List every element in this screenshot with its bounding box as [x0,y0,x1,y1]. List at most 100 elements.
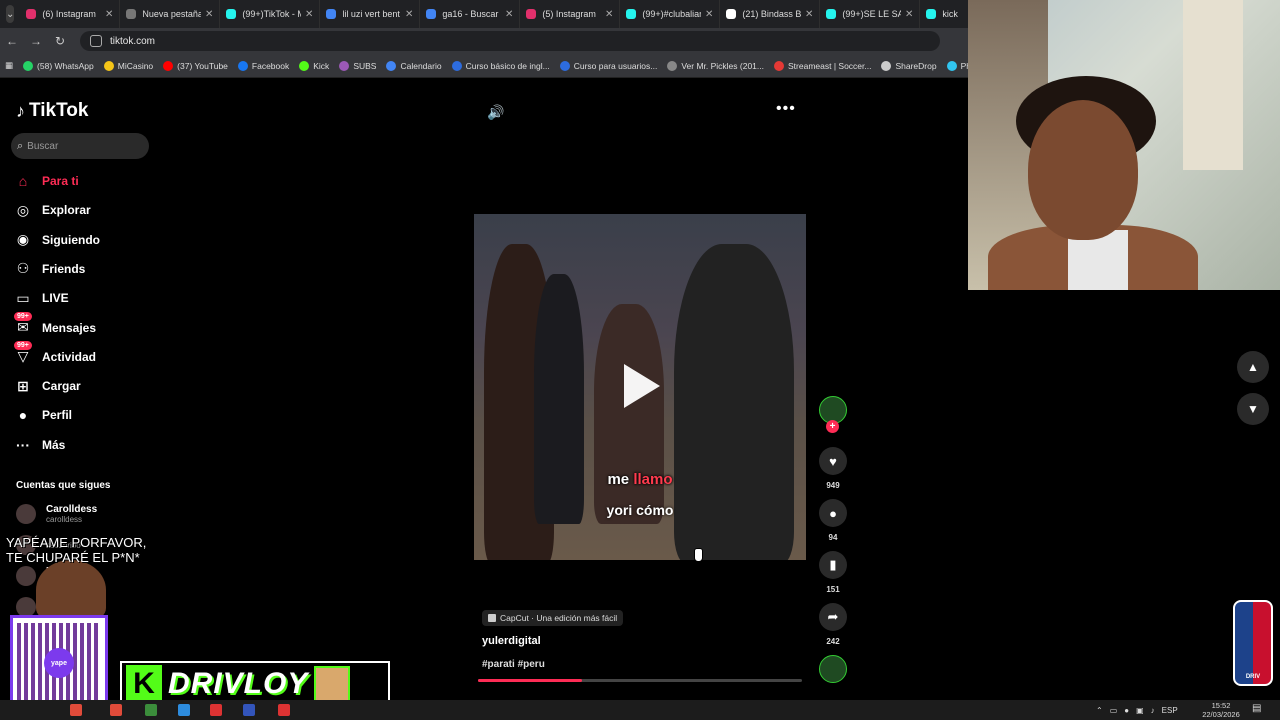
nav-item-mensajes[interactable]: ✉ 99+ Mensajes [14,311,96,337]
nav-item-live[interactable]: ▭ LIVE [14,289,68,307]
like-icon[interactable]: ♥ [819,447,847,475]
tab-close-icon[interactable]: ✕ [505,9,513,20]
bookmark-item[interactable]: Kick [294,60,334,71]
tab-close-icon[interactable]: ✕ [805,9,813,20]
capcut-icon [488,614,496,622]
previous-video-chevron-up-icon[interactable]: ▲ [1237,351,1269,383]
browser-tab[interactable]: (21) Bindass Bhai ✕ [720,0,821,28]
taskbar-app-icon[interactable] [70,704,82,716]
share-icon[interactable]: ➦ [819,603,847,631]
nav-item-más[interactable]: ··· Más [14,436,65,454]
bookmark-item[interactable]: Curso básico de ingl... [447,60,555,71]
tab-close-icon[interactable]: ✕ [605,9,613,20]
tray-chevron-icon[interactable]: ⌃ [1096,706,1103,715]
video-player[interactable]: me llamo yori cómo [474,214,806,560]
bookmark-label: SUBS [353,60,377,71]
nav-item-cargar[interactable]: ⊞ Cargar [14,377,81,395]
tab-close-icon[interactable]: ✕ [705,9,713,20]
webcam-background [1183,0,1243,170]
tab-close-icon[interactable]: ✕ [305,9,313,20]
nav-badge: 99+ [14,340,32,350]
nav-item-perfil[interactable]: ● Perfil [14,406,72,424]
taskbar-app-icon[interactable] [210,704,222,716]
tab-close-icon[interactable]: ✕ [905,9,913,20]
browser-tab[interactable]: (5) Instagram ✕ [520,0,621,28]
bookmark-item[interactable]: (37) YouTube [158,60,233,71]
browser-tab[interactable]: ga16 - Buscar con Google ✕ [420,0,521,28]
bookmark-item[interactable]: ShareDrop [876,60,941,71]
nav-item-explorar[interactable]: ◎ Explorar [14,201,91,219]
notification-icon[interactable]: ▤ [1252,703,1261,714]
nav-item-actividad[interactable]: ▽ 99+ Actividad [14,340,96,366]
volume-icon[interactable]: 🔊 [487,104,504,121]
bookmark-item[interactable]: (58) WhatsApp [18,60,99,71]
browser-tab[interactable]: kick✕ [920,0,968,28]
bookmark-label: Curso para usuarios... [573,60,658,71]
bookmark-favicon-icon [339,60,350,71]
tray-display-icon[interactable]: ▣ [1136,706,1144,715]
tray-volume-icon[interactable]: ♪ [1151,706,1155,715]
video-username[interactable]: yulerdigital [482,635,541,647]
stream-overlay-figure [36,560,106,620]
browser-tab[interactable]: (99+)SE LE SALIÓ ✕ [820,0,921,28]
bookmark-favicon-icon [163,60,174,71]
forward-icon[interactable]: → [24,34,48,48]
save-count: 151 [826,585,840,594]
tray-mic-icon[interactable]: ● [1124,706,1129,715]
tab-favicon-icon [226,9,237,19]
browser-tab[interactable]: lil uzi vert bent ✕ [320,0,421,28]
taskbar-app-icon[interactable] [145,704,157,716]
site-info-icon[interactable] [90,35,102,47]
bookmark-favicon-icon [559,60,570,71]
bookmark-item[interactable]: Ver Mr. Pickles (201... [662,60,769,71]
tiktok-logo[interactable]: ♪ TikTok [16,100,88,122]
bookmark-item[interactable]: Photop [942,60,968,71]
search-input[interactable]: ⌕ Buscar [11,133,149,159]
more-options-icon[interactable]: ••• [776,100,796,118]
video-hashtags[interactable]: #parati #peru [482,659,545,670]
taskbar-app-icon[interactable] [243,704,255,716]
taskbar-app-icon[interactable] [178,704,190,716]
bookmark-item[interactable]: SUBS [334,60,381,71]
tray-network-icon[interactable]: ▭ [1110,706,1118,715]
tab-close-icon[interactable]: ✕ [205,9,213,20]
bookmark-item[interactable]: Streameast | Soccer... [769,60,876,71]
back-icon[interactable]: ← [0,34,24,48]
tab-search-button[interactable]: ⌄ [6,5,15,23]
bookmark-item[interactable]: MiCasino [99,60,158,71]
nav-item-friends[interactable]: ⚇ Friends [14,260,86,278]
video-progress-bar[interactable] [478,679,802,682]
taskbar-app-icon[interactable] [278,704,290,716]
url-field[interactable]: tiktok.com [80,31,940,51]
comment-icon[interactable]: ● [819,499,847,527]
nav-item-siguiendo[interactable]: ◉ Siguiendo [14,231,100,249]
next-video-chevron-down-icon[interactable]: ▼ [1237,393,1269,425]
tray-language[interactable]: ESP [1162,706,1178,715]
bookmark-item[interactable]: Facebook [233,60,294,71]
tab-close-icon[interactable]: ✕ [105,9,113,20]
browser-tab[interactable]: Nueva pestaña ✕ [120,0,221,28]
bookmark-icon[interactable]: ▮ [819,551,847,579]
taskbar-clock[interactable]: 15:52 22/03/2026 [1196,701,1246,719]
browser-tab[interactable]: (99+)TikTok - Make Your Day ✕ [220,0,321,28]
browser-tab-strip: ⌄ (6) Instagram ✕ Nueva pestaña ✕ (99+)TikTo… [0,0,968,28]
music-disc-icon[interactable] [819,655,847,683]
capcut-tag[interactable]: CapCut · Una edición más fácil [482,610,624,626]
tab-close-icon[interactable]: ✕ [405,9,413,20]
apps-grid-icon[interactable]: ▦ [0,60,18,71]
browser-tab[interactable]: (6) Instagram ✕ [20,0,121,28]
follow-plus-icon[interactable]: + [826,420,839,433]
browser-tab[interactable]: (99+)#clubalianza ✕ [620,0,721,28]
nav-item-para-ti[interactable]: ⌂ Para ti [14,172,79,190]
reload-icon[interactable]: ↻ [48,34,72,48]
bookmark-label: ShareDrop [895,60,937,71]
upload-icon: ⊞ [17,377,29,394]
nba-logo: DRIV [1233,600,1273,686]
play-icon[interactable] [624,364,660,408]
bookmark-favicon-icon [23,60,34,71]
followed-account[interactable]: Carolldess carolldess [16,504,97,524]
bookmark-item[interactable]: Curso para usuarios... [555,60,663,71]
compass-icon: ◎ [16,201,30,218]
taskbar-app-icon[interactable] [110,704,122,716]
bookmark-item[interactable]: Calendario [381,60,446,71]
